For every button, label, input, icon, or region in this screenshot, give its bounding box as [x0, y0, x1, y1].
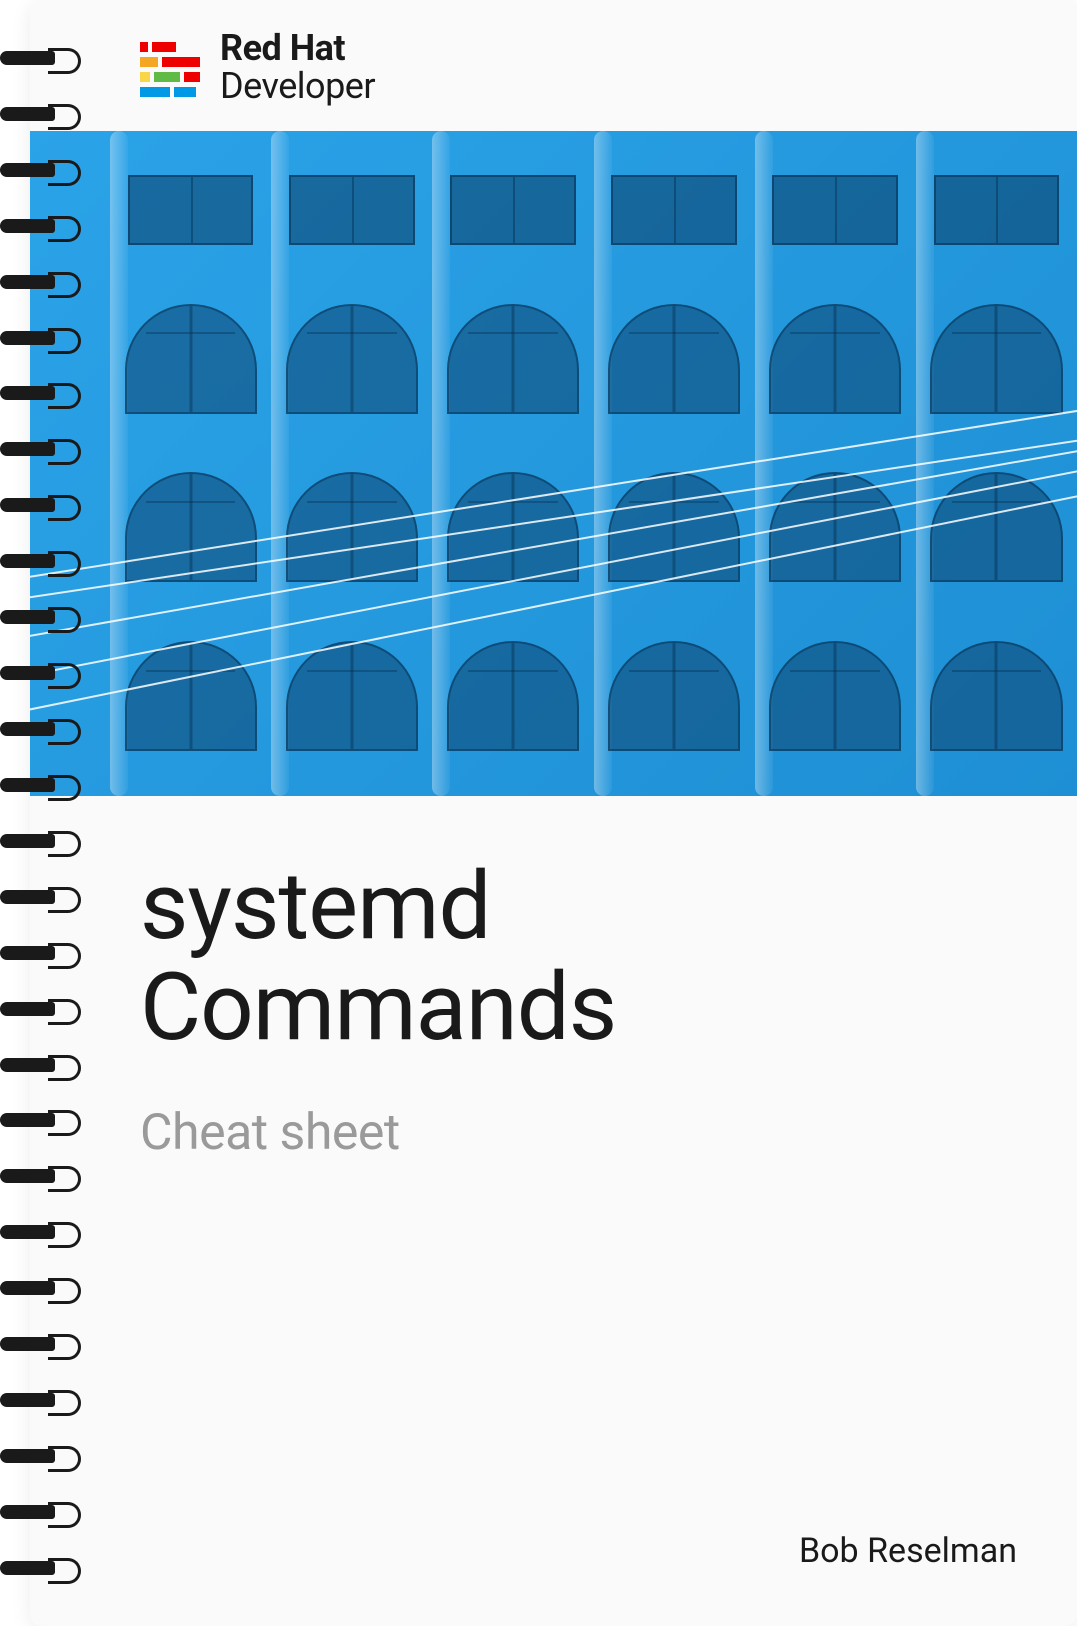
hero-image — [30, 131, 1077, 796]
brand-name: Red Hat — [220, 30, 375, 68]
document-subtitle: Cheat sheet — [140, 1104, 1027, 1162]
building-illustration — [30, 131, 1077, 796]
document-title: systemd Commands — [140, 856, 1027, 1059]
content-area: systemd Commands Cheat sheet — [30, 796, 1077, 1202]
title-line-1: systemd — [140, 851, 491, 961]
cover-page: Red Hat Developer — [30, 0, 1077, 1626]
spiral-binding-icon — [0, 0, 100, 1626]
title-line-2: Commands — [140, 952, 616, 1062]
logo-text: Red Hat Developer — [220, 30, 375, 106]
brand-product: Developer — [220, 68, 375, 106]
header: Red Hat Developer — [30, 0, 1077, 131]
author-name: Bob Reselman — [799, 1531, 1017, 1571]
redhat-logo-icon — [140, 42, 200, 94]
